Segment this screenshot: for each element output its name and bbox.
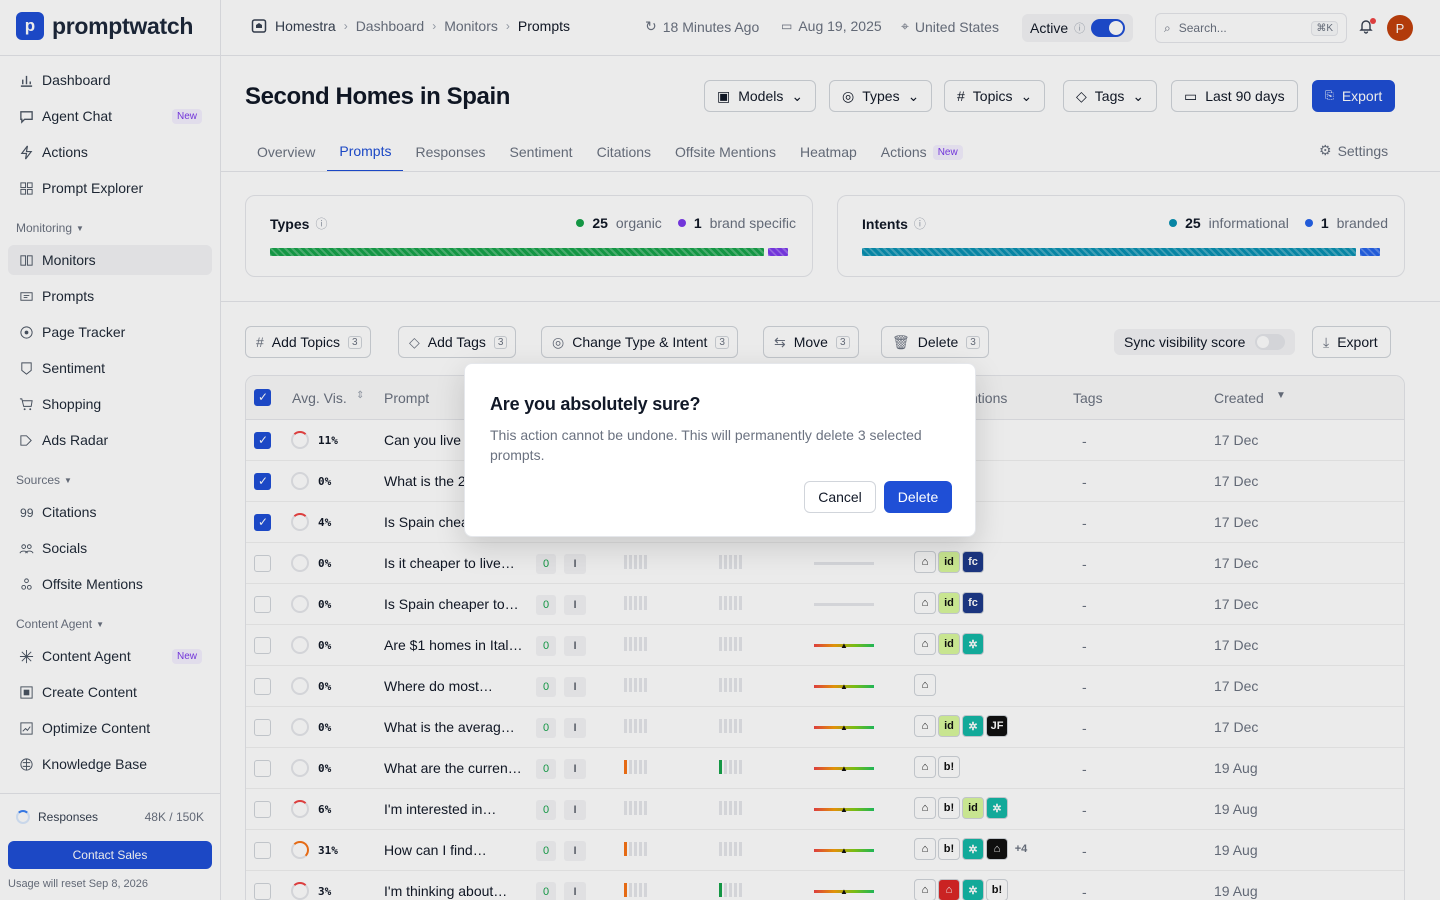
dialog-title: Are you absolutely sure? <box>490 394 701 414</box>
cancel-button[interactable]: Cancel <box>804 481 876 513</box>
confirm-delete-dialog: Are you absolutely sure? This action can… <box>464 363 976 537</box>
dialog-body: This action cannot be undone. This will … <box>490 427 922 463</box>
confirm-delete-button[interactable]: Delete <box>884 481 952 513</box>
